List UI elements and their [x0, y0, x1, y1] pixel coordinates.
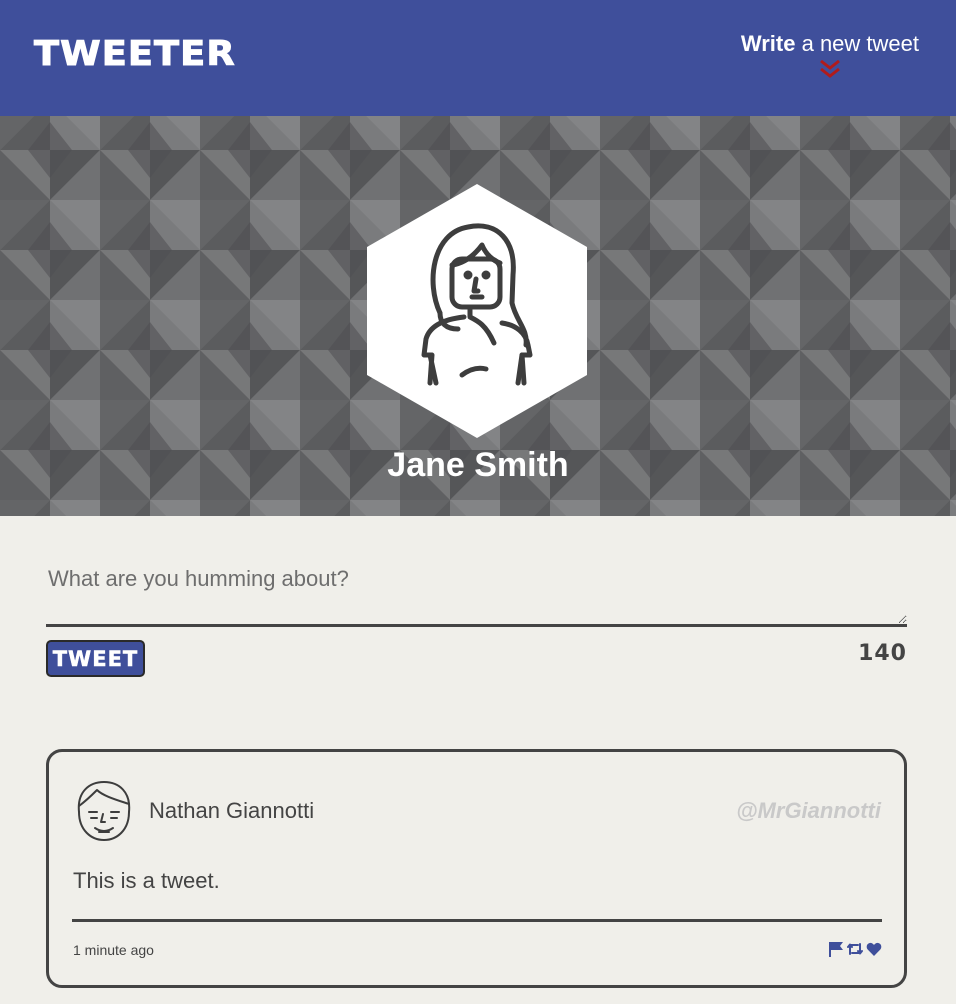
write-new-tweet-toggle[interactable]: Write a new tweet [741, 31, 919, 79]
logo[interactable]: TWEETER [33, 34, 236, 75]
tweet-card: Nathan Giannotti @MrGiannotti This is a … [46, 749, 907, 988]
heart-icon[interactable] [866, 941, 882, 957]
tweet-text: This is a tweet. [73, 868, 220, 893]
tweet-button[interactable]: TWEET [46, 640, 145, 677]
tweet-input[interactable] [46, 556, 907, 627]
tweet-author-name: Nathan Giannotti [149, 798, 315, 823]
tweet-author-handle: @MrGiannotti [736, 798, 881, 823]
compose-tweet-section: TWEET 140 [46, 556, 907, 677]
profile-avatar [367, 184, 587, 438]
top-nav: TWEETER Write a new tweet [0, 0, 956, 116]
write-label-rest: a new tweet [795, 31, 919, 56]
profile-header: Jane Smith [0, 116, 956, 516]
flag-icon[interactable] [828, 941, 844, 957]
tweet-actions [828, 941, 882, 957]
tweet-author-avatar [77, 781, 131, 841]
tweet-divider [72, 919, 882, 922]
character-counter: 140 [858, 641, 907, 666]
profile-name: Jane Smith [387, 446, 569, 484]
chevron-double-down-icon[interactable] [818, 59, 842, 79]
tweet-timestamp: 1 minute ago [73, 942, 154, 958]
write-label-strong: Write [740, 31, 796, 56]
retweet-icon[interactable] [847, 941, 863, 957]
